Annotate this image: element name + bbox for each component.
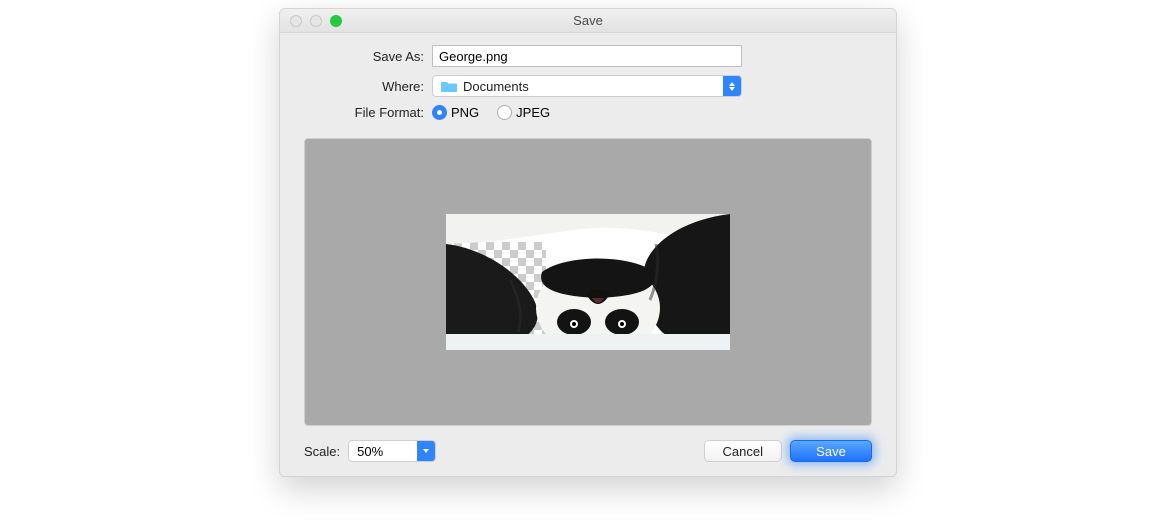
where-label: Where:: [304, 79, 432, 94]
scale-select[interactable]: 50%: [348, 440, 436, 462]
where-select[interactable]: Documents: [432, 75, 742, 97]
titlebar: Save: [280, 9, 896, 33]
chevron-down-icon: [417, 441, 435, 461]
save-dialog: Save Save As: Where: Documents File Form…: [279, 8, 897, 477]
close-window-icon[interactable]: [290, 15, 302, 27]
window-controls: [290, 15, 342, 27]
form-area: Save As: Where: Documents File Format:: [280, 33, 896, 136]
radio-png-label: PNG: [451, 105, 479, 120]
bottom-bar: Scale: 50% Cancel Save: [280, 434, 896, 476]
minimize-window-icon[interactable]: [310, 15, 322, 27]
zoom-window-icon[interactable]: [330, 15, 342, 27]
preview-image: [446, 214, 730, 350]
preview-area: [304, 138, 872, 426]
folder-icon: [441, 80, 457, 92]
radio-unselected-icon: [497, 105, 512, 120]
radio-png[interactable]: PNG: [432, 105, 479, 120]
scale-label: Scale:: [304, 444, 340, 459]
chevron-updown-icon: [723, 76, 741, 96]
file-format-label: File Format:: [304, 105, 432, 120]
scale-value: 50%: [357, 444, 383, 459]
radio-selected-icon: [432, 105, 447, 120]
radio-jpeg-label: JPEG: [516, 105, 550, 120]
preview-floor: [446, 334, 730, 350]
cancel-button[interactable]: Cancel: [704, 440, 782, 462]
panda-illustration: [446, 214, 730, 350]
save-as-label: Save As:: [304, 49, 432, 64]
where-value: Documents: [463, 79, 723, 94]
save-as-input[interactable]: [432, 45, 742, 67]
window-title: Save: [280, 13, 896, 28]
radio-jpeg[interactable]: JPEG: [497, 105, 550, 120]
save-button[interactable]: Save: [790, 440, 872, 462]
file-format-group: PNG JPEG: [432, 105, 550, 120]
